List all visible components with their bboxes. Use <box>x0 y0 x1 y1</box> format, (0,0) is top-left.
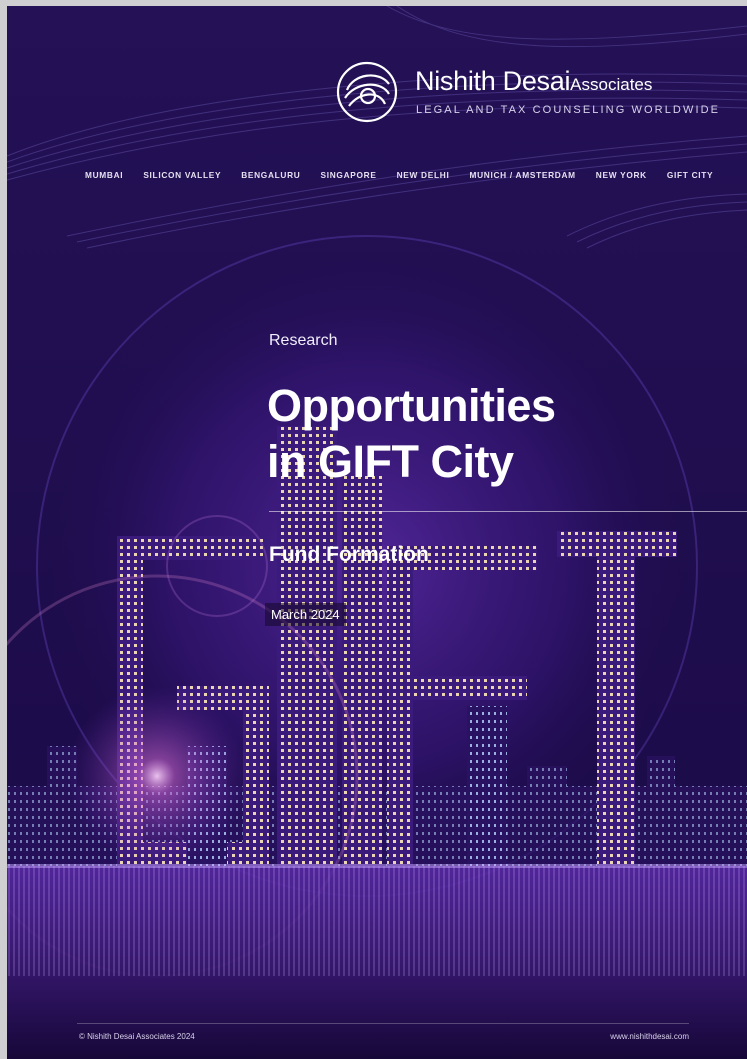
document-title-line-2: in GIFT City <box>267 436 514 487</box>
brand-tagline: LEGAL AND TAX COUNSELING WORLDWIDE <box>416 104 721 116</box>
location-singapore: SINGAPORE <box>320 170 377 180</box>
brand-logo[interactable]: Nishith DesaiAssociates LEGAL AND TAX CO… <box>335 60 718 130</box>
location-mumbai: MUMBAI <box>85 170 124 180</box>
location-new-delhi: NEW DELHI <box>396 170 450 180</box>
cover-background-art <box>7 6 747 1059</box>
document-category: Research <box>269 332 338 349</box>
location-silicon-valley: SILICON VALLEY <box>143 170 222 180</box>
document-title-line-1: Opportunities <box>267 380 556 431</box>
footer-divider <box>77 1023 689 1024</box>
office-locations-list: MUMBAI SILICON VALLEY BENGALURU SINGAPOR… <box>85 170 713 184</box>
brand-name-suffix: Associates <box>570 75 653 94</box>
website-link[interactable]: www.nishithdesai.com <box>610 1032 689 1041</box>
location-munich-amsterdam: MUNICH / AMSTERDAM <box>469 170 576 180</box>
report-cover: Nishith DesaiAssociates LEGAL AND TAX CO… <box>7 6 747 1059</box>
brand-name: Nishith DesaiAssociates <box>415 66 653 96</box>
location-gift-city: GIFT CITY <box>666 170 714 180</box>
location-bengaluru: BENGALURU <box>241 170 301 180</box>
location-new-york: NEW YORK <box>595 170 647 180</box>
copyright-notice: © Nishith Desai Associates 2024 <box>79 1032 195 1041</box>
document-title: Opportunities in GIFT City <box>267 378 556 490</box>
swirl-circle-logo-icon <box>336 61 398 123</box>
publication-date: March 2024 <box>265 603 346 626</box>
document-subtitle: Fund Formation <box>269 543 429 566</box>
title-divider <box>269 511 747 512</box>
